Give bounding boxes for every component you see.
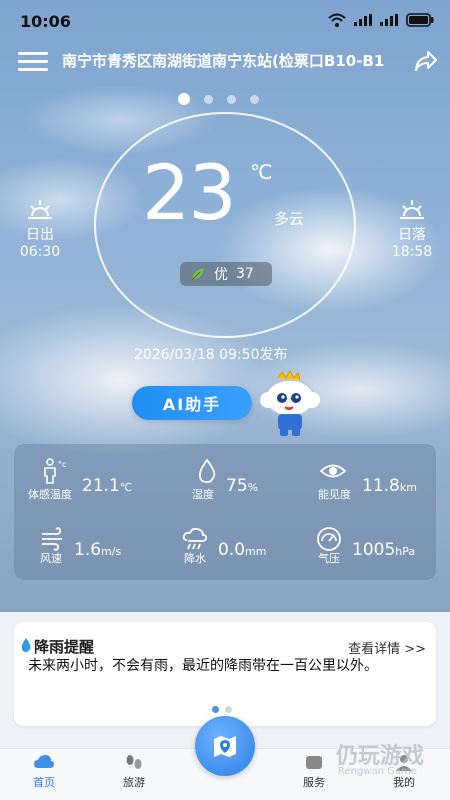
visibility-unit: km (399, 481, 417, 494)
signal-icon (354, 14, 372, 26)
humidity-unit: % (247, 481, 259, 494)
pressure-value: 1005 (352, 540, 396, 560)
ai-assistant-button[interactable]: AI助手 (132, 386, 252, 420)
precip-value: 0.0 (218, 540, 246, 560)
metric-visibility: 能见度 11.8km (316, 458, 430, 501)
gauge-icon (317, 527, 341, 551)
metric-pressure: 气压 1005hPa (316, 526, 436, 566)
metric-feels-like: °c 体感温度 21.1℃ (28, 458, 158, 501)
location-title[interactable]: 南宁市青秀区南湖街道南宁东站(检票口B10-B1 (62, 50, 412, 71)
reminder-details-link[interactable]: 查看详情 >> (348, 638, 426, 657)
nav-travel-label: 旅游 (123, 776, 145, 789)
sunrise-icon (28, 200, 52, 219)
page-dot[interactable] (225, 706, 232, 713)
sunrise-label: 日出 (26, 227, 54, 243)
aqi-label: 优 (214, 267, 228, 283)
weather-condition: 多云 (274, 210, 305, 228)
menu-icon-line (18, 60, 48, 63)
nav-home-label: 首页 (33, 776, 55, 789)
nav-travel[interactable]: 旅游 (104, 752, 164, 790)
wind-icon (42, 527, 62, 551)
wind-unit: m/s (101, 545, 122, 558)
status-time: 10:06 (20, 12, 71, 31)
nav-service[interactable]: 服务 (284, 752, 344, 790)
watermark-subtext: Rengwan Game (338, 766, 417, 777)
temperature-unit: ℃ (250, 160, 273, 184)
person-temp-icon: °c (44, 458, 66, 484)
carousel-dots (178, 93, 259, 105)
status-icons (328, 13, 434, 27)
metric-humidity: 湿度 75% (192, 458, 292, 501)
pressure-unit: hPa (395, 545, 416, 558)
raindrop-icon (21, 638, 31, 652)
map-pin-icon (214, 736, 236, 757)
sunrise-block: 日出 06:30 (16, 198, 64, 260)
carousel-dot[interactable] (227, 94, 236, 104)
share-icon (415, 51, 437, 71)
droplet-icon (198, 458, 216, 484)
visibility-value: 11.8 (362, 476, 400, 496)
nav-service-label: 服务 (303, 776, 325, 789)
carousel-dot-active[interactable] (178, 93, 190, 105)
visibility-label: 能见度 (318, 488, 351, 501)
humidity-label: 湿度 (192, 488, 214, 501)
reminder-title: 降雨提醒 (34, 638, 95, 656)
wifi-icon (328, 13, 346, 27)
nav-home[interactable]: 首页 (14, 752, 74, 790)
nav-mine-label: 我的 (393, 776, 415, 789)
mascot-image[interactable] (256, 369, 322, 438)
precip-unit: mm (245, 545, 267, 558)
feels-like-label: 体感温度 (28, 488, 72, 501)
feels-like-unit: ℃ (119, 481, 133, 494)
menu-icon-line (18, 68, 48, 71)
sunset-time: 18:58 (391, 244, 433, 260)
reminder-text: 未来两小时，不会有雨，最近的降雨带在一百公里以外。 (28, 658, 378, 674)
cloud-home-icon (34, 755, 54, 768)
center-map-button[interactable] (195, 716, 255, 776)
carousel-dot[interactable] (204, 94, 213, 104)
sunset-block: 日落 18:58 (388, 198, 436, 260)
eye-icon (320, 464, 346, 478)
battery-icon (406, 13, 434, 27)
page-dot-active[interactable] (212, 706, 219, 713)
wind-value: 1.6 (74, 540, 102, 560)
reminder-page-dots (212, 706, 232, 713)
service-icon (306, 756, 322, 769)
menu-icon (18, 52, 48, 55)
sunset-icon (400, 200, 424, 219)
carousel-dot[interactable] (250, 94, 259, 104)
svg-text:°c: °c (58, 460, 66, 469)
mascot-icon (260, 369, 320, 436)
menu-button[interactable] (18, 52, 48, 72)
rain-cloud-icon (182, 527, 208, 550)
sunset-label: 日落 (398, 227, 426, 243)
aqi-badge[interactable]: 优 37 (180, 262, 272, 286)
metric-precip: 降水 0.0mm (182, 526, 292, 566)
humidity-value: 75 (226, 476, 248, 496)
footprints-icon (126, 755, 142, 769)
wind-label: 风速 (40, 552, 62, 565)
signal-icon-2 (380, 14, 398, 26)
leaf-icon (191, 268, 204, 281)
precip-label: 降水 (184, 552, 206, 565)
publish-time: 2026/03/18 09:50发布 (134, 347, 288, 363)
aqi-value: 37 (236, 266, 254, 282)
metric-wind: 风速 1.6m/s (38, 526, 158, 566)
temperature-value: 23 (142, 148, 237, 237)
share-button[interactable] (414, 50, 440, 72)
feels-like-value: 21.1 (82, 476, 120, 496)
pressure-label: 气压 (318, 552, 340, 565)
sunrise-time: 06:30 (19, 244, 61, 260)
